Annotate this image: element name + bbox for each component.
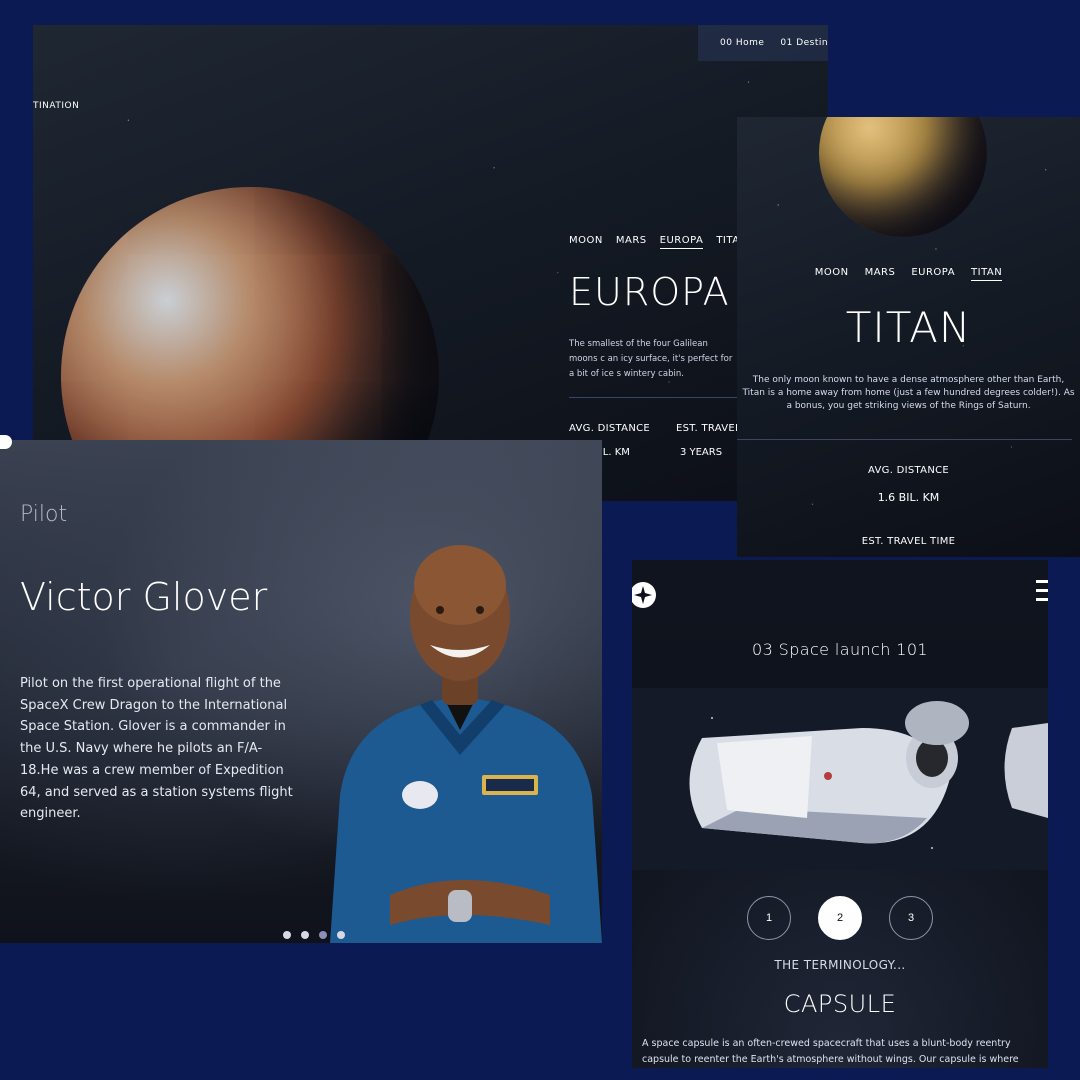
destination-tabs: MOON MARS EUROPA TITAN <box>737 267 1080 281</box>
nav-item-home[interactable]: 00 Home <box>720 38 764 48</box>
crew-bio: Pilot on the first operational flight of… <box>20 676 293 822</box>
page-breadcrumb: TINATION <box>33 101 80 111</box>
stat-values: BIL. KM 3 YEARS <box>593 447 722 458</box>
section-divider <box>737 439 1072 440</box>
slide-indicator <box>283 931 345 939</box>
nav-item-destination[interactable]: 01 Destinat <box>780 38 828 48</box>
step-button-3[interactable]: 3 <box>889 896 933 940</box>
step-button-1[interactable]: 1 <box>747 896 791 940</box>
hamburger-menu-icon[interactable] <box>1036 580 1048 604</box>
step-button-2[interactable]: 2 <box>818 896 862 940</box>
tab-europa[interactable]: EUROPA <box>659 235 704 249</box>
technology-panel: 03 Space launch 101 1 2 3 THE TERMINOLOG… <box>632 560 1048 1068</box>
avg-distance-label: AVG. DISTANCE <box>569 423 650 434</box>
travel-time-label: EST. TRAVEL TIME <box>861 536 956 547</box>
crew-role: Pilot <box>20 502 68 527</box>
europa-destination-panel: 00 Home 01 Destinat TINATION MOON MARS E… <box>33 25 828 501</box>
term-name: CAPSULE <box>783 990 897 1018</box>
crew-name: Victor Glover <box>20 575 268 619</box>
titan-planet-image <box>819 117 987 237</box>
destination-description: The smallest of the four Galilean moons … <box>569 339 733 379</box>
tab-mars[interactable]: MARS <box>616 235 647 249</box>
stat-labels: AVG. DISTANCE EST. TRAVEL TIM <box>569 423 763 434</box>
destination-title: TITAN <box>845 303 972 352</box>
travel-time-value: 3 YEARS <box>679 447 723 458</box>
destination-title: EUROPA <box>569 270 730 314</box>
section-heading: 03 Space launch 101 <box>752 640 928 659</box>
destination-description: The only moon known to have a dense atmo… <box>742 375 1075 411</box>
titan-destination-panel: MOON MARS EUROPA TITAN TITAN The only mo… <box>737 117 1080 557</box>
top-navigation: 00 Home 01 Destinat <box>698 25 828 61</box>
slide-dot-active[interactable] <box>319 931 327 939</box>
tab-moon[interactable]: MOON <box>569 235 603 249</box>
avg-distance-label: AVG. DISTANCE <box>868 465 949 476</box>
astronaut-portrait-image <box>330 545 602 943</box>
crew-panel: Pilot Victor Glover Pilot on the first o… <box>0 440 602 943</box>
avg-distance-value: 1.6 BIL. KM <box>877 491 940 504</box>
tab-europa[interactable]: EUROPA <box>911 267 955 281</box>
tab-titan[interactable]: TITAN <box>971 267 1003 281</box>
step-selector: 1 2 3 <box>632 896 1048 940</box>
slide-dot[interactable] <box>301 931 309 939</box>
slide-dot[interactable] <box>283 931 291 939</box>
tab-moon[interactable]: MOON <box>815 267 849 281</box>
destination-tabs: MOON MARS EUROPA TITAN <box>569 235 748 249</box>
term-description: A space capsule is an often-crewed space… <box>642 1038 1019 1065</box>
terminology-label: THE TERMINOLOGY... <box>774 958 906 972</box>
tab-mars[interactable]: MARS <box>865 267 896 281</box>
star-logo-icon[interactable] <box>632 582 656 608</box>
slide-dot[interactable] <box>337 931 345 939</box>
capsule-image <box>632 688 1048 870</box>
